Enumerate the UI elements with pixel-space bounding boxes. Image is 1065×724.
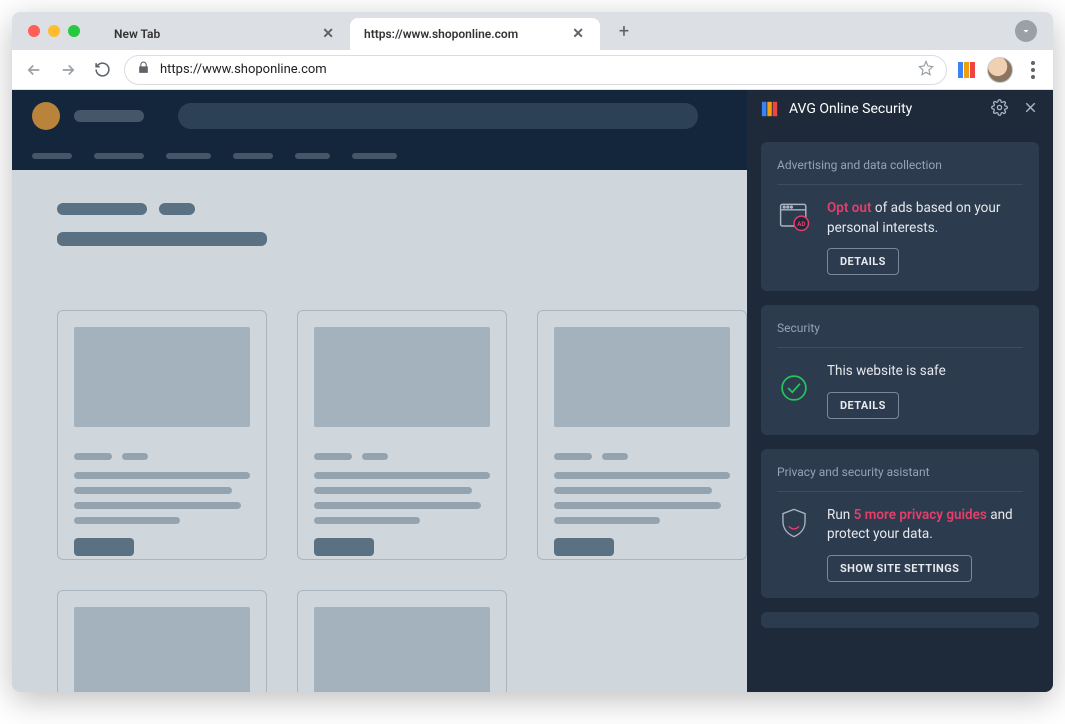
- extension-body: Advertising and data collection AD: [747, 128, 1053, 692]
- card-label: Advertising and data collection: [777, 158, 1023, 184]
- close-icon[interactable]: ✕: [320, 26, 336, 42]
- mock-logo: [32, 102, 60, 130]
- dropdown-icon[interactable]: [1015, 20, 1037, 42]
- card-text: Opt out of ads based on your personal in…: [827, 199, 1023, 238]
- extension-header: AVG Online Security: [747, 90, 1053, 128]
- details-button[interactable]: DETAILS: [827, 248, 899, 275]
- card-privacy-assistant: Privacy and security asistant Run 5 more…: [761, 449, 1039, 598]
- card-security: Security This website is safe DETAILS: [761, 305, 1039, 435]
- url-text: https://www.shoponline.com: [160, 62, 327, 77]
- window-maximize-button[interactable]: [68, 25, 80, 37]
- tab-new-tab[interactable]: New Tab ✕: [100, 18, 350, 50]
- svg-text:AD: AD: [797, 220, 805, 228]
- address-bar[interactable]: https://www.shoponline.com: [124, 55, 947, 85]
- tab-label: https://www.shoponline.com: [364, 27, 518, 41]
- mock-product-card: [297, 590, 507, 692]
- mock-product-card: [297, 310, 507, 560]
- avg-logo-icon: [761, 100, 779, 118]
- tab-bar: New Tab ✕ https://www.shoponline.com ✕ +: [12, 12, 1053, 50]
- content-area: AVG Online Security Advertising and data…: [12, 90, 1053, 692]
- browser-toolbar: https://www.shoponline.com: [12, 50, 1053, 90]
- extension-title: AVG Online Security: [789, 101, 912, 117]
- mock-product-card: [57, 590, 267, 692]
- window-close-button[interactable]: [28, 25, 40, 37]
- mock-brand-placeholder: [74, 110, 144, 122]
- browser-menu-button[interactable]: [1023, 61, 1043, 79]
- window-minimize-button[interactable]: [48, 25, 60, 37]
- checkmark-circle-icon: [777, 371, 813, 409]
- show-site-settings-button[interactable]: SHOW SITE SETTINGS: [827, 555, 972, 582]
- forward-button[interactable]: [56, 58, 80, 82]
- close-icon[interactable]: [1022, 99, 1039, 120]
- close-icon[interactable]: ✕: [570, 26, 586, 42]
- bookmark-icon[interactable]: [918, 60, 934, 80]
- reload-button[interactable]: [90, 58, 114, 82]
- gear-icon[interactable]: [991, 99, 1008, 120]
- card-text: This website is safe: [827, 362, 1023, 382]
- lock-icon: [137, 61, 150, 78]
- new-tab-button[interactable]: +: [610, 17, 638, 45]
- tab-label: New Tab: [114, 27, 160, 41]
- profile-avatar[interactable]: [987, 57, 1013, 83]
- avg-extension-icon[interactable]: [957, 60, 977, 80]
- window-controls: [28, 25, 80, 37]
- ad-window-icon: AD: [777, 199, 813, 239]
- card-advertising: Advertising and data collection AD: [761, 142, 1039, 291]
- mock-product-card: [57, 310, 267, 560]
- avg-extension-panel: AVG Online Security Advertising and data…: [747, 90, 1053, 692]
- back-button[interactable]: [22, 58, 46, 82]
- card-label: Security: [777, 321, 1023, 347]
- card-text: Run 5 more privacy guides and protect yo…: [827, 506, 1023, 545]
- tab-shoponline[interactable]: https://www.shoponline.com ✕: [350, 18, 600, 50]
- shield-icon: [777, 506, 813, 544]
- card-collapsed: [761, 612, 1039, 628]
- mock-search-bar: [178, 103, 698, 129]
- details-button[interactable]: DETAILS: [827, 392, 899, 419]
- browser-window: New Tab ✕ https://www.shoponline.com ✕ +…: [12, 12, 1053, 692]
- card-label: Privacy and security asistant: [777, 465, 1023, 491]
- mock-product-card: [537, 310, 747, 560]
